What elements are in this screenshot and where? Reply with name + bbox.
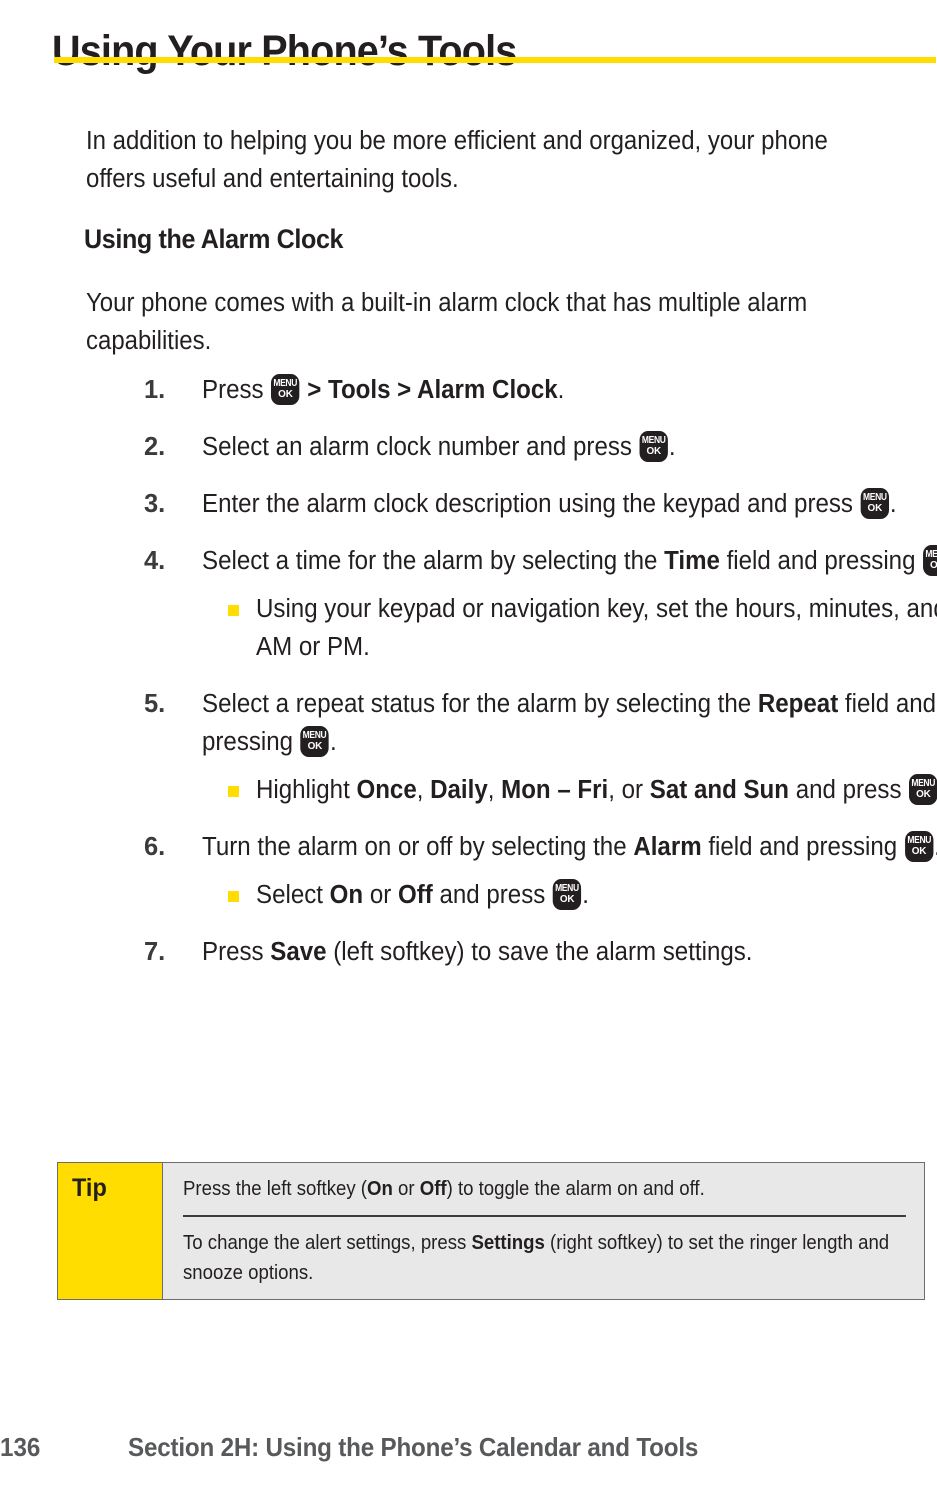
tip-label: Tip <box>72 1174 107 1202</box>
menu-ok-key-icon: MENUOK <box>552 879 582 910</box>
step-item: 5. Select a repeat status for the alarm b… <box>144 685 937 809</box>
menu-ok-key-icon: MENUOK <box>639 431 668 462</box>
step-item: 3. Enter the alarm clock description usin… <box>144 485 937 523</box>
step-number: 6. <box>144 833 166 861</box>
step-text: Select a repeat status for the alarm by … <box>202 690 937 757</box>
step-text: Press Save (left softkey) to save the al… <box>202 938 753 966</box>
emphasis-text: On <box>367 1178 393 1200</box>
menu-ok-key-icon: MENUOK <box>909 774 937 805</box>
menu-key-top-label: MENU <box>911 778 936 789</box>
menu-key-top-label: MENU <box>641 435 666 446</box>
intro-paragraph: In addition to helping you be more effic… <box>86 126 828 193</box>
step-text: Select an alarm clock number and press M… <box>202 431 676 462</box>
menu-ok-key-icon: MENUOK <box>860 488 889 519</box>
step-item: 2. Select an alarm clock number and press… <box>144 428 937 466</box>
footer-page-number: 136 <box>0 1432 41 1462</box>
menu-ok-key-icon: MENUOK <box>271 374 300 405</box>
subitem-text: Select On or Off and press MENU OK. <box>256 879 589 910</box>
menu-key-bottom-label: OK <box>278 388 293 400</box>
emphasis-text: Sat and Sun <box>649 776 790 804</box>
menu-key-top-label: MENU <box>273 378 298 389</box>
emphasis-text: Repeat <box>757 690 839 718</box>
step-text: Select a time for the alarm by selecting… <box>202 542 937 580</box>
menu-key-bottom-label: OK <box>916 788 931 800</box>
step-number: 1. <box>144 376 166 404</box>
step-text: Enter the alarm clock description using … <box>202 488 897 519</box>
step-subitem: Highlight Once, Daily, Mon – Fri, or Sat… <box>228 771 937 809</box>
emphasis-text: Off <box>397 881 433 909</box>
step-number: 4. <box>144 547 166 575</box>
tip-row-text: To change the alert settings, press Sett… <box>183 1231 890 1284</box>
emphasis-text: Alarm <box>633 833 702 861</box>
emphasis-text: Time <box>664 547 720 575</box>
menu-key-top-label: MENU <box>862 492 887 503</box>
step-number: 5. <box>144 690 166 718</box>
step-subitem: Select On or Off and press MENU OK. <box>228 876 937 914</box>
tip-row: Press the left softkey (On or Off) to to… <box>163 1163 924 1215</box>
emphasis-text: Once <box>356 776 417 804</box>
menu-key-top-label: MENU <box>907 835 931 846</box>
emphasis-text: On <box>329 881 364 909</box>
tip-body-cell: Press the left softkey (On or Off) to to… <box>163 1163 924 1299</box>
tip-box: Tip Press the left softkey (On or Off) t… <box>57 1162 925 1300</box>
step-number: 7. <box>144 938 166 966</box>
step-text: Turn the alarm on or off by selecting th… <box>202 828 937 866</box>
menu-key-top-label: MENU <box>555 883 579 894</box>
menu-key-bottom-label: OK <box>930 559 937 571</box>
section-lead-paragraph: Your phone comes with a built-in alarm c… <box>86 288 808 355</box>
emphasis-text: Off <box>419 1178 447 1200</box>
step-number: 3. <box>144 490 166 518</box>
page-title: Using Your Phone’s Tools <box>52 26 517 75</box>
step-number: 2. <box>144 433 166 461</box>
square-bullet-icon <box>228 605 239 616</box>
step-text: Press MENU OK > Tools > Alarm Clock. <box>202 374 565 405</box>
document-page: Using Your Phone’s Tools In addition to … <box>0 0 937 1486</box>
subitem-text: Highlight Once, Daily, Mon – Fri, or Sat… <box>256 771 937 809</box>
square-bullet-icon <box>228 786 239 797</box>
square-bullet-icon <box>228 891 239 902</box>
menu-key-top-label: MENU <box>925 549 937 560</box>
footer-section-text: Section 2H: Using the Phone’s Calendar a… <box>128 1432 699 1462</box>
menu-key-bottom-label: OK <box>559 893 575 905</box>
title-underline-rule <box>54 57 936 63</box>
menu-key-bottom-label: OK <box>646 445 662 457</box>
menu-key-bottom-label: OK <box>867 502 883 514</box>
emphasis-text: Save <box>270 938 327 966</box>
step-item: 4. Select a time for the alarm by selecti… <box>144 542 937 666</box>
emphasis-text: Mon – Fri <box>501 776 609 804</box>
menu-key-bottom-label: OK <box>307 740 323 752</box>
menu-ok-key-icon: MENUOK <box>904 831 934 862</box>
numbered-steps-list: 1. Press MENU OK > Tools > Alarm Clock. 2. S… <box>104 371 937 990</box>
menu-ok-key-icon: MENUOK <box>923 545 937 576</box>
step-item: 6. Turn the alarm on or off by selecting … <box>144 828 937 914</box>
step-item: 7. Press Save (left softkey) to save the … <box>144 933 937 971</box>
emphasis-text: Daily <box>430 776 488 804</box>
emphasis-text: > Tools > Alarm Clock <box>300 376 558 404</box>
menu-key-top-label: MENU <box>303 730 327 741</box>
tip-row-text: Press the left softkey (On or Off) to to… <box>183 1178 705 1200</box>
subitem-text: Using your keypad or navigation key, set… <box>256 595 937 661</box>
step-subitem: Using your keypad or navigation key, set… <box>228 590 937 666</box>
step-item: 1. Press MENU OK > Tools > Alarm Clock. <box>144 371 937 409</box>
tip-label-cell: Tip <box>58 1163 163 1299</box>
menu-key-bottom-label: OK <box>911 845 927 857</box>
menu-ok-key-icon: MENUOK <box>300 726 330 757</box>
page-footer: 136 Section 2H: Using the Phone’s Calend… <box>0 1432 937 1472</box>
emphasis-text: Settings <box>471 1231 545 1254</box>
tip-row: To change the alert settings, press Sett… <box>163 1217 924 1299</box>
section-heading: Using the Alarm Clock <box>84 224 344 255</box>
